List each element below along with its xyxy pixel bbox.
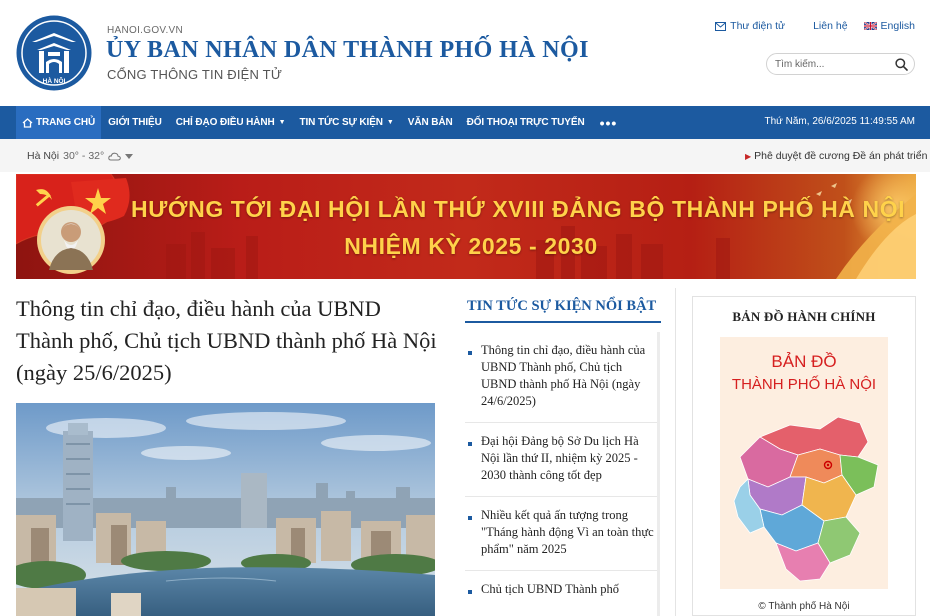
mail-link[interactable]: Thư điện tử — [715, 20, 785, 32]
featured-news-scrollbar[interactable] — [657, 332, 660, 616]
nav-news[interactable]: TIN TỨC SỰ KIỆN ▼ — [292, 106, 400, 139]
bullet-icon — [468, 516, 472, 520]
chevron-down-icon — [125, 153, 134, 159]
uk-flag-icon — [863, 22, 877, 30]
list-item-title: Thông tin chỉ đạo, điều hành của UBND Th… — [481, 343, 646, 408]
caret-down-icon: ▼ — [386, 119, 394, 126]
nav-news-label: TIN TỨC SỰ KIỆN — [299, 117, 383, 128]
caret-down-icon: ▼ — [278, 119, 286, 126]
envelope-icon — [715, 21, 727, 31]
main-article-title[interactable]: Thông tin chỉ đạo, điều hành của UBND Th… — [16, 293, 441, 389]
home-icon — [22, 117, 33, 128]
search-box — [766, 53, 915, 75]
contact-link-label: Liên hệ — [813, 20, 848, 32]
nav-directives-label: CHỈ ĐẠO ĐIỀU HÀNH — [175, 117, 275, 128]
map-heading-line1: BẢN ĐỒ — [771, 352, 836, 371]
cloud-icon — [108, 152, 122, 160]
bullet-icon — [468, 351, 472, 355]
featured-news-list: Thông tin chỉ đạo, điều hành của UBND Th… — [465, 332, 660, 610]
bullet-icon — [468, 442, 472, 446]
site-header: HÀ NỘI HANOI.GOV.VN ỦY BAN NHÂN DÂN THÀN… — [0, 0, 930, 106]
hanoi-admin-map[interactable]: BẢN ĐỒ THÀNH PHỐ HÀ NỘI — [720, 337, 888, 589]
list-item[interactable]: Đại hội Đảng bộ Sở Du lịch Hà Nội lần th… — [465, 423, 660, 497]
hanoi-logo[interactable]: HÀ NỘI — [15, 14, 93, 92]
site-title[interactable]: ỦY BAN NHÂN DÂN THÀNH PHỐ HÀ NỘI — [106, 37, 589, 64]
list-item[interactable]: Thông tin chỉ đạo, điều hành của UBND Th… — [465, 332, 660, 423]
nav-dialogue[interactable]: ĐỐI THOẠI TRỰC TUYẾN — [460, 106, 592, 139]
featured-news-title[interactable]: TIN TỨC SỰ KIỆN NỔI BẬT — [467, 298, 656, 315]
featured-news-panel: TIN TỨC SỰ KIỆN NỔI BẬT Thông tin chỉ đạ… — [461, 288, 676, 616]
nav-documents[interactable]: VĂN BẢN — [401, 106, 460, 139]
news-ticker[interactable]: ▶ Phê duyệt đề cương Đề án phát triển — [745, 150, 930, 164]
featured-news-underline — [465, 321, 661, 323]
list-item-title: Đại hội Đảng bộ Sở Du lịch Hà Nội lần th… — [481, 434, 639, 482]
main-nav: TRANG CHỦ GIỚI THIỆU CHỈ ĐẠO ĐIỀU HÀNH ▼… — [0, 106, 930, 139]
list-item[interactable]: Chủ tịch UBND Thành phố — [465, 571, 660, 610]
admin-map-panel: BẢN ĐỒ HÀNH CHÍNH BẢN ĐỒ THÀNH PHỐ HÀ NỘ… — [692, 296, 916, 616]
search-input[interactable] — [775, 58, 890, 71]
nav-home-label: TRANG CHỦ — [36, 117, 96, 128]
map-heading-line2: THÀNH PHỐ HÀ NỘI — [732, 375, 876, 393]
contact-link[interactable]: Liên hệ — [813, 20, 847, 32]
banner-term: NHIỆM KỲ 2025 - 2030 — [344, 233, 598, 259]
weather-city: Hà Nội — [27, 150, 60, 162]
logo-text: HÀ NỘI — [43, 76, 66, 85]
site-subtitle: CỔNG THÔNG TIN ĐIỆN TỬ — [107, 67, 283, 82]
list-item-title: Chủ tịch UBND Thành phố — [481, 582, 619, 596]
nav-about[interactable]: GIỚI THIỆU — [101, 106, 169, 139]
bullet-icon — [468, 590, 472, 594]
search-icon[interactable] — [895, 58, 908, 71]
mail-link-label: Thư điện tử — [730, 20, 786, 32]
ticker-text: Phê duyệt đề cương Đề án phát triển — [754, 150, 928, 162]
hanoi-city-photo — [16, 403, 435, 616]
nav-about-label: GIỚI THIỆU — [108, 117, 162, 128]
top-links: Thư điện tử Liên hệ English — [687, 20, 915, 32]
banner-headline: HƯỚNG TỚI ĐẠI HỘI LẦN THỨ XVIII ĐẢNG BỘ … — [131, 196, 906, 222]
admin-map-title: BẢN ĐỒ HÀNH CHÍNH — [732, 309, 876, 324]
info-bar: Hà Nội 30° - 32° ▶ Phê duyệt đề cương Đề … — [0, 139, 930, 172]
ticker-arrow-icon: ▶ — [745, 152, 752, 161]
congress-banner[interactable]: HƯỚNG TỚI ĐẠI HỘI LẦN THỨ XVIII ĐẢNG BỘ … — [16, 174, 916, 279]
english-link-label: English — [880, 20, 915, 32]
admin-map-caption: © Thành phố Hà Nội — [758, 601, 850, 612]
main-article-image[interactable] — [16, 403, 435, 616]
weather-widget[interactable]: Hà Nội 30° - 32° — [27, 150, 134, 162]
site-domain: HANOI.GOV.VN — [107, 25, 184, 36]
list-item-title: Nhiều kết quả ấn tượng trong "Tháng hành… — [481, 508, 654, 556]
nav-home[interactable]: TRANG CHỦ — [16, 106, 102, 139]
current-datetime: Thứ Năm, 26/6/2025 11:49:55 AM — [764, 116, 916, 127]
nav-dialogue-label: ĐỐI THOẠI TRỰC TUYẾN — [466, 117, 585, 128]
more-menu-icon[interactable]: ••• — [592, 106, 626, 139]
english-link[interactable]: English — [863, 20, 915, 32]
nav-directives[interactable]: CHỈ ĐẠO ĐIỀU HÀNH ▼ — [169, 106, 293, 139]
list-item[interactable]: Nhiều kết quả ấn tượng trong "Tháng hành… — [465, 497, 660, 571]
banner-artwork — [16, 174, 916, 279]
weather-temperature: 30° - 32° — [63, 150, 105, 162]
nav-documents-label: VĂN BẢN — [407, 117, 453, 128]
